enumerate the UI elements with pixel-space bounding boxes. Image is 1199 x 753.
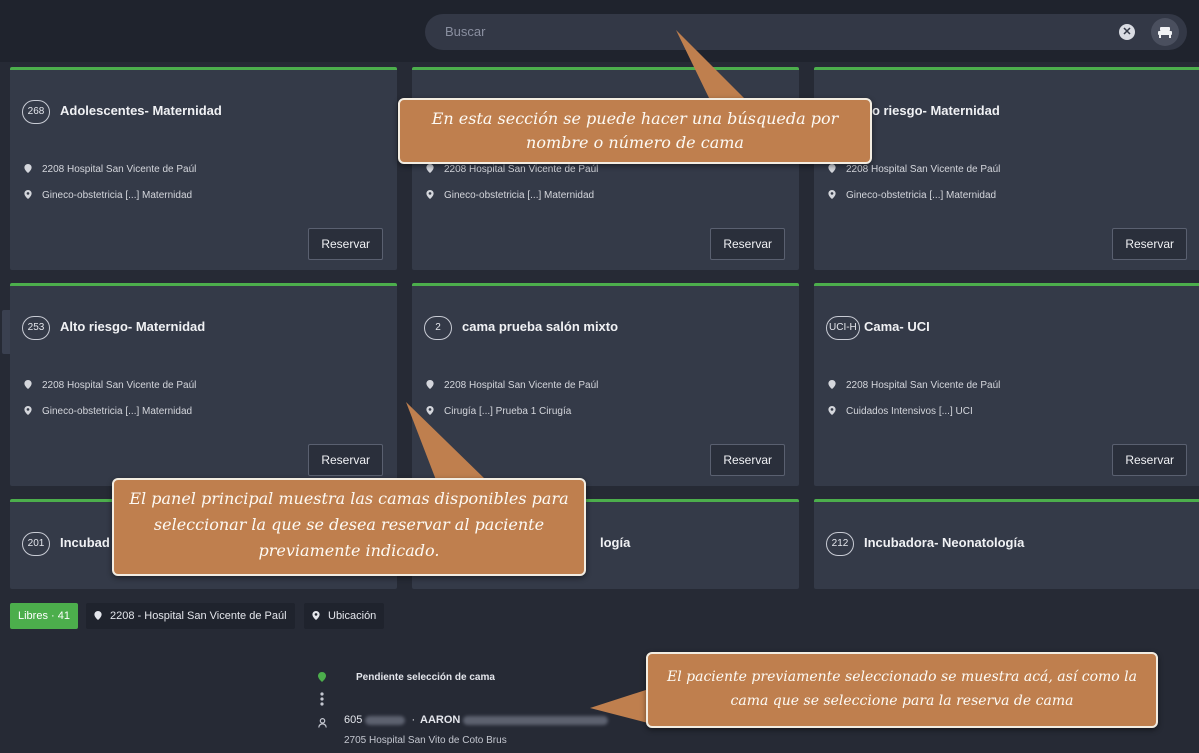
patient-help-callout: El paciente previamente seleccionado se … — [646, 652, 1158, 728]
search-help-callout: En esta sección se puede hacer una búsqu… — [398, 98, 872, 164]
panel-help-callout: El panel principal muestra las camas dis… — [112, 478, 586, 576]
